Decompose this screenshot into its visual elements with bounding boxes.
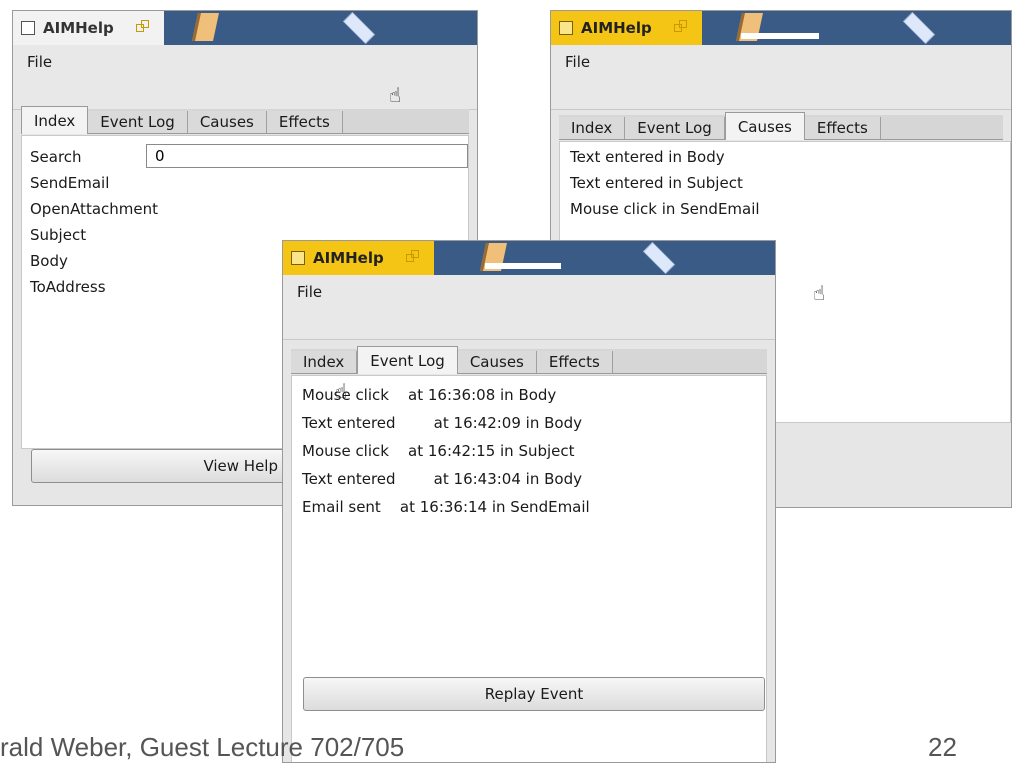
title-tab[interactable]: AIMHelp bbox=[551, 11, 702, 45]
menubar: File bbox=[551, 45, 1011, 110]
folded-page-icon bbox=[192, 13, 219, 41]
title-tab[interactable]: AIMHelp bbox=[13, 11, 164, 45]
tab-effects[interactable]: Effects bbox=[266, 111, 343, 133]
hand-pointer-icon: ☝ bbox=[335, 379, 348, 403]
aimhelp-window-event-log: AIMHelp File Index Event Log Causes Effe… bbox=[282, 240, 776, 763]
window-title: AIMHelp bbox=[43, 19, 114, 37]
diamond-icon bbox=[903, 12, 935, 44]
event-log-row[interactable]: Mouse click at 16:42:15 in Subject bbox=[302, 442, 575, 460]
list-item[interactable]: Mouse click in SendEmail bbox=[570, 200, 760, 218]
menubar: File bbox=[13, 45, 477, 110]
restore-icon[interactable] bbox=[673, 20, 690, 36]
tab-effects[interactable]: Effects bbox=[804, 117, 881, 139]
footer-author: rald Weber, Guest Lecture 702/705 bbox=[0, 732, 405, 762]
search-label: Search bbox=[30, 148, 82, 166]
titlebar[interactable]: AIMHelp bbox=[551, 11, 1011, 45]
tab-index[interactable]: Index bbox=[21, 106, 89, 134]
hand-pointer-icon: ☝ bbox=[813, 281, 826, 305]
tab-index[interactable]: Index bbox=[291, 351, 358, 373]
replay-event-button[interactable]: Replay Event bbox=[303, 677, 765, 711]
tab-causes[interactable]: Causes bbox=[187, 111, 267, 133]
tab-effects[interactable]: Effects bbox=[536, 351, 613, 373]
tabbar: Index Event Log Causes Effects bbox=[21, 106, 469, 134]
event-log-row[interactable]: Text entered at 16:43:04 in Body bbox=[302, 470, 582, 488]
tab-causes[interactable]: Causes bbox=[724, 112, 805, 140]
tab-event-log[interactable]: Event Log bbox=[88, 111, 188, 133]
list-item[interactable]: Subject bbox=[30, 226, 86, 244]
menu-file[interactable]: File bbox=[27, 53, 52, 71]
list-item[interactable]: Text entered in Body bbox=[570, 148, 725, 166]
replay-event-button-label: Replay Event bbox=[484, 685, 584, 703]
window-menu-checkbox-icon[interactable] bbox=[291, 251, 305, 265]
titlebar[interactable]: AIMHelp bbox=[13, 11, 477, 45]
tab-index[interactable]: Index bbox=[559, 117, 626, 139]
tab-event-log[interactable]: Event Log bbox=[357, 346, 458, 374]
list-item[interactable]: Text entered in Subject bbox=[570, 174, 743, 192]
title-tab[interactable]: AIMHelp bbox=[283, 241, 434, 275]
list-item[interactable]: Body bbox=[30, 252, 68, 270]
window-menu-checkbox-icon[interactable] bbox=[559, 21, 573, 35]
list-item[interactable]: ToAddress bbox=[30, 278, 106, 296]
list-item[interactable]: SendEmail bbox=[30, 174, 109, 192]
window-menu-checkbox-icon[interactable] bbox=[21, 21, 35, 35]
window-title: AIMHelp bbox=[581, 19, 652, 37]
event-log-row[interactable]: Text entered at 16:42:09 in Body bbox=[302, 414, 582, 432]
window-title: AIMHelp bbox=[313, 249, 384, 267]
tabbar: Index Event Log Causes Effects bbox=[559, 112, 1003, 140]
restore-icon[interactable] bbox=[135, 20, 152, 36]
menu-file[interactable]: File bbox=[297, 283, 322, 301]
list-item[interactable]: OpenAttachment bbox=[30, 200, 158, 218]
title-strip bbox=[741, 33, 819, 39]
diamond-icon bbox=[343, 12, 375, 44]
menubar: File bbox=[283, 275, 775, 340]
titlebar[interactable]: AIMHelp bbox=[283, 241, 775, 275]
diamond-icon bbox=[643, 242, 675, 274]
title-strip bbox=[485, 263, 561, 269]
tab-event-log[interactable]: Event Log bbox=[625, 117, 725, 139]
page-number: 22 bbox=[928, 732, 957, 762]
search-input[interactable] bbox=[146, 144, 468, 168]
event-log-row[interactable]: Email sent at 16:36:14 in SendEmail bbox=[302, 498, 590, 516]
restore-icon[interactable] bbox=[405, 250, 422, 266]
tabbar: Index Event Log Causes Effects bbox=[291, 346, 767, 374]
menu-file[interactable]: File bbox=[565, 53, 590, 71]
hand-pointer-icon: ☝ bbox=[389, 83, 402, 107]
tab-causes[interactable]: Causes bbox=[457, 351, 537, 373]
